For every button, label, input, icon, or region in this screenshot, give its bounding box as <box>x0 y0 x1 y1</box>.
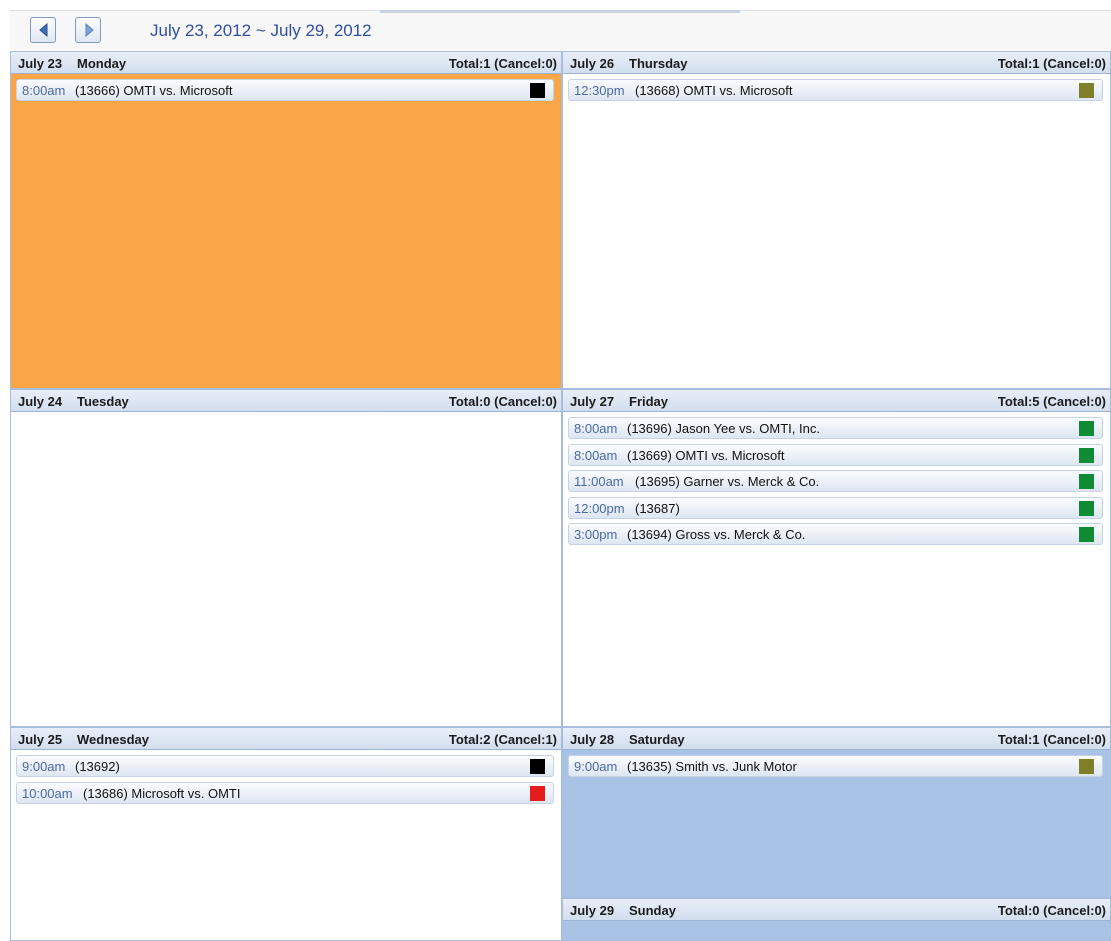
event-status-swatch <box>530 785 545 801</box>
event-item[interactable]: 9:00am (13635) Smith vs. Junk Motor <box>568 755 1103 777</box>
event-status-swatch <box>1079 83 1094 98</box>
event-title: (13635) Smith vs. Junk Motor <box>627 759 797 774</box>
day-date: July 26 <box>570 56 615 71</box>
toolbar-divider <box>380 10 740 13</box>
event-item[interactable]: 3:00pm (13694) Gross vs. Merck & Co. <box>568 523 1103 545</box>
next-week-button[interactable] <box>75 17 101 43</box>
day-total: Total:2 (Cancel:1) <box>448 732 557 747</box>
event-item[interactable]: 9:00am (13692) <box>16 755 554 777</box>
day-cell-sunday[interactable]: July 29 Sunday Total:0 (Cancel:0) <box>562 898 1111 941</box>
event-status-swatch <box>1079 447 1094 463</box>
event-status-swatch <box>1079 527 1094 542</box>
event-item[interactable]: 12:00pm (13687) <box>568 496 1103 519</box>
day-cell-thursday[interactable]: July 26 Thursday Total:1 (Cancel:0) 12:30pm… <box>562 51 1111 389</box>
event-status-swatch <box>1079 474 1094 489</box>
day-date: July 27 <box>570 394 615 409</box>
day-date: July 29 <box>570 903 615 918</box>
day-total: Total:0 (Cancel:0) <box>448 394 557 409</box>
day-header-tuesday: July 24 Tuesday Total:0 (Cancel:0) <box>11 390 561 412</box>
event-status-swatch <box>1079 500 1094 516</box>
event-item[interactable]: 8:00am (13696) Jason Yee vs. OMTI, Inc. <box>568 417 1103 439</box>
event-status-swatch <box>530 83 545 98</box>
day-cell-tuesday[interactable]: July 24 Tuesday Total:0 (Cancel:0) <box>10 389 562 727</box>
triangle-left-icon <box>39 23 48 37</box>
day-total: Total:1 (Cancel:0) <box>448 56 557 71</box>
day-header-monday: July 23 Monday Total:1 (Cancel:0) <box>11 52 561 74</box>
event-title: (13695) Garner vs. Merck & Co. <box>635 474 820 489</box>
week-range-title: July 23, 2012 ~ July 29, 2012 <box>150 21 372 40</box>
event-time: 9:00am <box>22 759 66 774</box>
day-header-wednesday: July 25 Wednesday Total:2 (Cancel:1) <box>11 728 561 750</box>
event-title: (13687) <box>635 500 680 516</box>
day-total: Total:5 (Cancel:0) <box>997 394 1106 409</box>
day-date: July 28 <box>570 732 615 747</box>
day-weekday: Saturday <box>629 732 685 747</box>
event-status-swatch <box>1079 759 1094 774</box>
day-cell-wednesday[interactable]: July 25 Wednesday Total:2 (Cancel:1) 9:00am… <box>10 727 562 941</box>
event-title: (13696) Jason Yee vs. OMTI, Inc. <box>627 421 820 436</box>
event-item[interactable]: 12:30pm (13668) OMTI vs. Microsoft <box>568 79 1103 101</box>
event-time: 10:00am <box>22 785 73 801</box>
event-time: 9:00am <box>574 759 618 774</box>
day-header-sunday: July 29 Sunday Total:0 (Cancel:0) <box>563 899 1110 921</box>
day-cell-friday[interactable]: July 27 Friday Total:5 (Cancel:0) 8:00am (13… <box>562 389 1111 727</box>
event-item[interactable]: 8:00am (13669) OMTI vs. Microsoft <box>568 443 1103 466</box>
day-header-saturday: July 28 Saturday Total:1 (Cancel:0) <box>563 728 1110 750</box>
event-time: 12:30pm <box>574 83 625 98</box>
day-date: July 23 <box>18 56 63 71</box>
event-time: 8:00am <box>574 447 618 463</box>
event-title: (13668) OMTI vs. Microsoft <box>635 83 793 98</box>
day-total: Total:0 (Cancel:0) <box>997 903 1106 918</box>
day-header-thursday: July 26 Thursday Total:1 (Cancel:0) <box>563 52 1110 74</box>
event-title: (13694) Gross vs. Merck & Co. <box>627 527 806 542</box>
event-title: (13686) Microsoft vs. OMTI <box>83 785 241 801</box>
day-date: July 24 <box>18 394 63 409</box>
event-title: (13692) <box>75 759 120 774</box>
triangle-right-icon <box>85 23 94 37</box>
event-time: 12:00pm <box>574 500 625 516</box>
event-time: 8:00am <box>574 421 618 436</box>
day-cell-saturday[interactable]: July 28 Saturday Total:1 (Cancel:0) 9:00am (… <box>562 727 1111 898</box>
week-toolbar: July 23, 2012 ~ July 29, 2012 <box>10 10 1111 50</box>
event-item[interactable]: 11:00am (13695) Garner vs. Merck & Co. <box>568 470 1103 492</box>
day-date: July 25 <box>18 732 63 747</box>
day-weekday: Friday <box>629 394 669 409</box>
previous-week-button[interactable] <box>30 17 56 43</box>
event-status-swatch <box>1079 421 1094 436</box>
event-item[interactable]: 8:00am (13666) OMTI vs. Microsoft <box>16 79 554 101</box>
day-weekday: Wednesday <box>77 732 150 747</box>
event-time: 8:00am <box>22 83 66 98</box>
day-weekday: Sunday <box>629 903 676 918</box>
day-weekday: Tuesday <box>77 394 129 409</box>
day-cell-monday[interactable]: July 23 Monday Total:1 (Cancel:0) 8:00am (13… <box>10 51 562 389</box>
event-title: (13669) OMTI vs. Microsoft <box>627 447 785 463</box>
day-total: Total:1 (Cancel:0) <box>997 56 1106 71</box>
event-time: 3:00pm <box>574 527 618 542</box>
event-title: (13666) OMTI vs. Microsoft <box>75 83 233 98</box>
day-weekday: Monday <box>77 56 127 71</box>
event-status-swatch <box>530 759 545 774</box>
day-weekday: Thursday <box>629 56 688 71</box>
event-time: 11:00am <box>574 474 624 489</box>
event-item[interactable]: 10:00am (13686) Microsoft vs. OMTI <box>16 781 554 804</box>
day-total: Total:1 (Cancel:0) <box>997 732 1106 747</box>
day-header-friday: July 27 Friday Total:5 (Cancel:0) <box>563 390 1110 412</box>
